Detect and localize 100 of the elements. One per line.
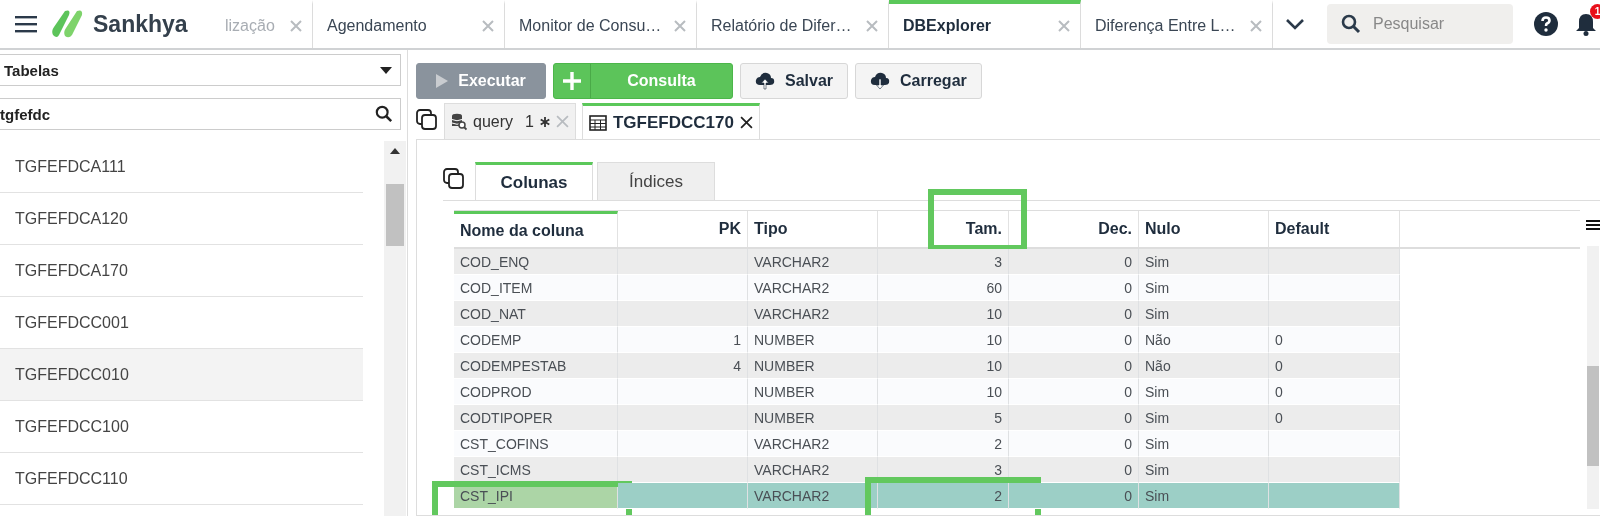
table-cell[interactable]: 0 [1009, 457, 1139, 483]
table-cell[interactable]: 0 [1009, 275, 1139, 301]
table-cell[interactable]: 10 [878, 301, 1009, 327]
search-field[interactable]: Pesquisar [1327, 4, 1513, 44]
table-cell[interactable]: CST_ICMS [454, 457, 618, 483]
column-header[interactable]: Dec. [1009, 211, 1139, 247]
table-cell[interactable]: Sim [1139, 457, 1269, 483]
table-cell[interactable]: 0 [1269, 327, 1400, 353]
table-cell[interactable]: CODEMPESTAB [454, 353, 618, 379]
editor-tab[interactable]: TGFEFDCC170 [581, 103, 760, 139]
table-cell[interactable]: NUMBER [748, 405, 878, 431]
table-list-item[interactable]: TGFEFDCC110 [0, 453, 363, 505]
duplicate-icon[interactable] [443, 168, 465, 190]
table-cell[interactable]: 0 [1009, 353, 1139, 379]
chevron-down-icon[interactable] [1285, 18, 1305, 30]
app-tab[interactable]: Diferença Entre L… [1081, 0, 1273, 48]
table-cell[interactable]: CODEMP [454, 327, 618, 353]
table-cell[interactable]: 60 [878, 275, 1009, 301]
table-cell[interactable] [618, 249, 748, 275]
table-cell[interactable]: CST_COFINS [454, 431, 618, 457]
table-cell[interactable]: 0 [1269, 379, 1400, 405]
table-cell[interactable]: VARCHAR2 [748, 457, 878, 483]
table-cell[interactable]: Sim [1139, 405, 1269, 431]
table-cell[interactable]: NUMBER [748, 353, 878, 379]
table-cell[interactable]: 0 [1009, 405, 1139, 431]
table-cell[interactable]: Não [1139, 327, 1269, 353]
column-header[interactable]: Nulo [1139, 211, 1269, 247]
column-header[interactable]: Tam. [878, 211, 1009, 247]
table-cell[interactable]: VARCHAR2 [748, 275, 878, 301]
table-cell[interactable]: 0 [1009, 431, 1139, 457]
table-cell[interactable]: 0 [1009, 327, 1139, 353]
table-cell[interactable]: 0 [1009, 301, 1139, 327]
table-cell[interactable]: Sim [1139, 249, 1269, 275]
table-cell[interactable]: 0 [1269, 353, 1400, 379]
table-cell[interactable] [1269, 301, 1400, 327]
table-cell[interactable]: 2 [878, 483, 1009, 509]
table-cell[interactable]: COD_ENQ [454, 249, 618, 275]
scrollbar[interactable] [384, 141, 406, 516]
toolbar-button[interactable]: Salvar [740, 63, 849, 99]
close-icon[interactable] [739, 116, 753, 129]
column-header[interactable]: Tipo [748, 211, 878, 247]
app-tab[interactable]: Agendamento [313, 0, 505, 48]
table-cell[interactable]: 0 [1009, 379, 1139, 405]
table-cell[interactable] [618, 405, 748, 431]
table-cell[interactable]: VARCHAR2 [748, 301, 878, 327]
column-header[interactable]: PK [618, 211, 748, 247]
scroll-up-icon[interactable] [390, 148, 400, 154]
table-cell[interactable] [618, 379, 748, 405]
table-cell[interactable]: 10 [878, 379, 1009, 405]
scrollbar[interactable] [1587, 366, 1599, 466]
table-cell[interactable]: Não [1139, 353, 1269, 379]
table-list-item[interactable]: TGFEFDCC100 [0, 401, 363, 453]
table-cell[interactable] [1269, 483, 1400, 509]
table-cell[interactable] [1269, 431, 1400, 457]
toolbar-button[interactable]: Carregar [855, 63, 982, 99]
table-cell[interactable]: 1 [618, 327, 748, 353]
table-cell[interactable]: 0 [1009, 249, 1139, 275]
table-cell[interactable] [1269, 275, 1400, 301]
table-cell[interactable]: VARCHAR2 [748, 483, 878, 509]
table-cell[interactable] [618, 275, 748, 301]
detail-tab[interactable]: Índices [597, 162, 715, 200]
table-list-item[interactable]: TGFEFDCA120 [0, 193, 363, 245]
table-cell[interactable]: 0 [1269, 405, 1400, 431]
table-cell[interactable] [618, 431, 748, 457]
table-cell[interactable]: CODPROD [454, 379, 618, 405]
table-cell[interactable]: VARCHAR2 [748, 431, 878, 457]
detail-tab[interactable]: Colunas [475, 162, 593, 200]
scrollbar-thumb[interactable] [386, 184, 404, 246]
table-list-item[interactable]: TGFEFDCA111 [0, 141, 363, 193]
table-cell[interactable]: CODTIPOPER [454, 405, 618, 431]
search-field[interactable]: tgfefdc [0, 98, 401, 130]
table-list-item[interactable]: TGFEFDCA170 [0, 245, 363, 297]
table-cell[interactable]: 3 [878, 249, 1009, 275]
table-cell[interactable]: Sim [1139, 301, 1269, 327]
table-cell[interactable] [1269, 249, 1400, 275]
table-cell[interactable]: COD_ITEM [454, 275, 618, 301]
table-cell[interactable]: 10 [878, 353, 1009, 379]
table-cell[interactable]: Sim [1139, 275, 1269, 301]
menu-icon[interactable] [15, 15, 37, 33]
table-cell[interactable]: Sim [1139, 379, 1269, 405]
app-tab[interactable]: DBExplorer [889, 0, 1081, 48]
table-cell[interactable]: 0 [1009, 483, 1139, 509]
table-cell[interactable]: 4 [618, 353, 748, 379]
table-cell[interactable]: 5 [878, 405, 1009, 431]
table-cell[interactable] [618, 483, 748, 509]
table-cell[interactable]: Sim [1139, 483, 1269, 509]
column-menu-icon[interactable] [1586, 220, 1600, 230]
table-cell[interactable]: NUMBER [748, 379, 878, 405]
table-cell[interactable]: VARCHAR2 [748, 249, 878, 275]
bell-icon[interactable] [1575, 12, 1597, 36]
table-type-dropdown[interactable]: Tabelas [0, 54, 401, 86]
table-cell[interactable]: COD_NAT [454, 301, 618, 327]
table-cell[interactable]: NUMBER [748, 327, 878, 353]
table-cell[interactable] [618, 301, 748, 327]
duplicate-icon[interactable] [416, 109, 438, 131]
table-list-item[interactable]: TGFEFDCC010 [0, 349, 363, 401]
table-cell[interactable] [1269, 457, 1400, 483]
editor-tab[interactable]: query 1 [444, 103, 576, 139]
table-cell[interactable]: 2 [878, 431, 1009, 457]
app-tab[interactable]: Relatório de Difer… [697, 0, 889, 48]
